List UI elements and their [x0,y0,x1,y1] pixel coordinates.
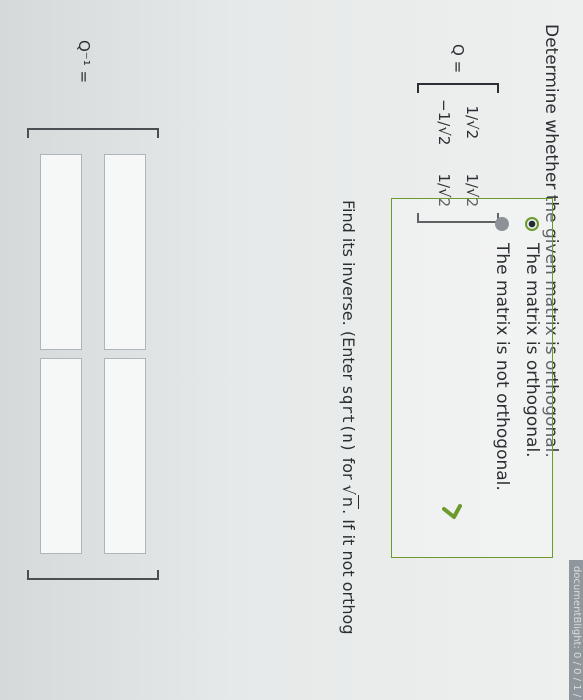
inverse-input-r2c1[interactable] [40,154,82,350]
option-label: The matrix is not orthogonal. [492,243,512,491]
instruction-suffix: . If it not orthog [339,509,358,635]
instruction-code: sqrt(n) [339,385,358,453]
option-orthogonal[interactable]: The matrix is orthogonal. [522,217,542,458]
option-label: The matrix is orthogonal. [522,243,542,458]
left-bracket [417,83,499,94]
matrix-cell: −1/√2 [435,99,453,146]
inverse-input-r1c1[interactable] [104,154,146,350]
matrix-grid: 1/√2 1/√2 −1/√2 1/√2 [435,99,481,207]
sqrt-radicand: n [339,494,359,510]
matrix-cell: 1/√2 [463,105,481,140]
answer-choices-box: The matrix is orthogonal. The matrix is … [391,198,553,558]
instruction-prefix: Find its inverse. (Enter [339,200,358,386]
header-strip: documentBlight: 0 / 0 / 1 / 2 [569,560,583,700]
inverse-grid [40,154,146,554]
inverse-input-r2c2[interactable] [40,358,82,554]
radio-unselected-icon[interactable] [495,217,509,231]
instruction-for: for [339,452,358,485]
option-not-orthogonal[interactable]: The matrix is not orthogonal. [492,217,512,491]
sqrt-symbol: √n [339,484,359,510]
question-page: documentBlight: 0 / 0 / 1 / 2 Determine … [0,0,583,700]
inverse-matrix [27,128,159,580]
checkmark-icon [442,504,462,519]
inverse-input-r1c2[interactable] [104,358,146,554]
inverse-instruction: Find its inverse. (Enter sqrt(n) for √n.… [339,200,359,635]
inverse-left-bracket [27,128,159,138]
matrix-q-label: Q = [449,44,467,74]
radio-selected-icon[interactable] [525,217,539,231]
inverse-label: Q⁻¹ = [75,40,93,84]
inverse-right-bracket [27,570,159,580]
screenshot-stage: documentBlight: 0 / 0 / 1 / 2 Determine … [0,0,583,700]
matrix-q: Q = 1/√2 1/√2 −1/√2 1/√2 [403,44,513,224]
